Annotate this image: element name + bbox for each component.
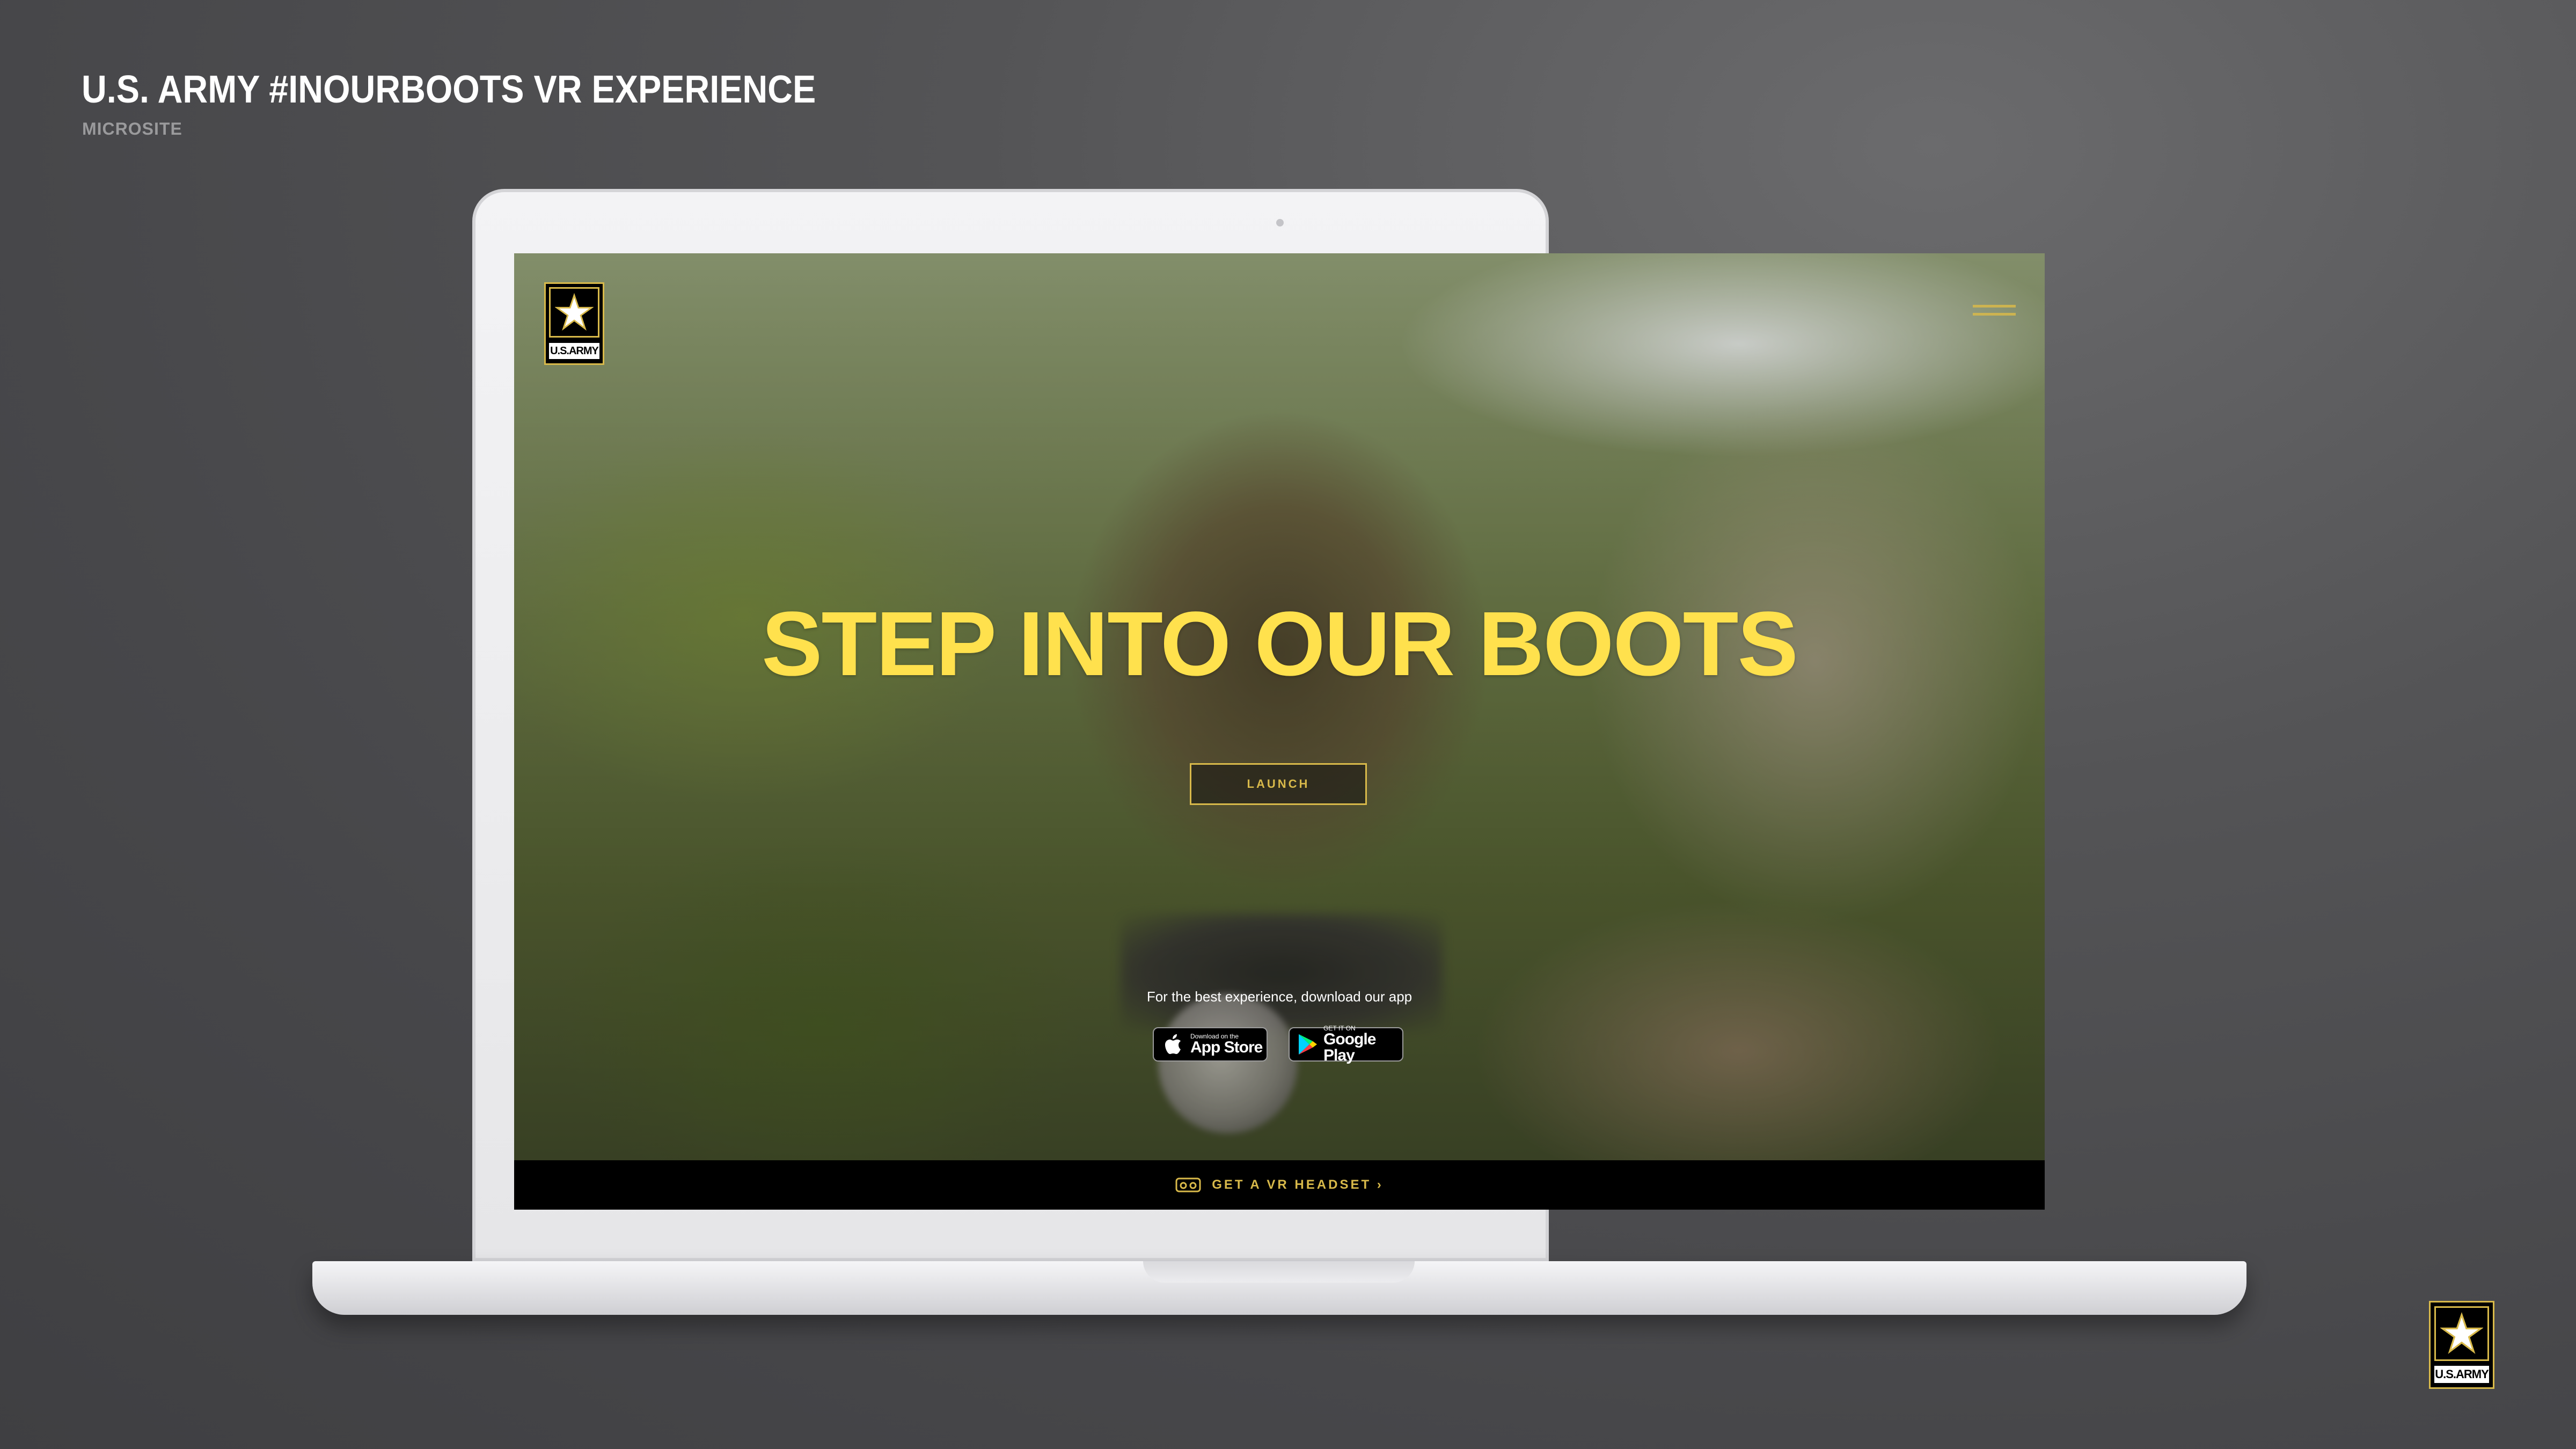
laptop-notch — [1143, 1261, 1415, 1283]
hero-heading: STEP INTO OUR BOOTS — [762, 593, 1798, 695]
army-logo-text: U.S.ARMY — [549, 343, 599, 359]
hamburger-icon-line — [1973, 313, 2016, 316]
app-store-badge[interactable]: Download on the App Store — [1153, 1027, 1268, 1062]
corner-logo-text: U.S.ARMY — [2434, 1366, 2489, 1383]
army-star-icon — [549, 287, 599, 338]
scope-lens-shape — [1158, 994, 1298, 1133]
laptop-screen: U.S.ARMY STEP INTO OUR BOOTS LAUNCH For … — [514, 253, 2045, 1210]
webcam-dot — [1276, 219, 1284, 226]
army-star-icon — [2434, 1306, 2489, 1361]
google-play-icon — [1295, 1030, 1320, 1058]
army-logo[interactable]: U.S.ARMY — [544, 282, 604, 365]
menu-button[interactable] — [1973, 305, 2016, 326]
apple-icon — [1159, 1030, 1187, 1058]
slide-title: U.S. ARMY #INOURBOOTS VR EXPERIENCE — [82, 68, 816, 111]
google-play-badge[interactable]: GET IT ON Google Play — [1289, 1025, 1403, 1064]
corner-army-logo: U.S.ARMY — [2429, 1301, 2494, 1389]
rifle-shape — [1121, 913, 1443, 1031]
google-play-big-text: Google Play — [1323, 1030, 1376, 1064]
app-store-big-text: App Store — [1190, 1038, 1263, 1056]
vr-headset-cta-bar[interactable]: GET A VR HEADSET › — [514, 1160, 2045, 1210]
vr-headset-cta-text: GET A VR HEADSET › — [1212, 1177, 1384, 1192]
app-download-note: For the best experience, download our ap… — [1146, 989, 1413, 1005]
presentation-slide: U.S. ARMY #INOURBOOTS VR EXPERIENCE MICR… — [0, 0, 2576, 1449]
hamburger-icon — [1973, 305, 2016, 308]
launch-button[interactable]: LAUNCH — [1190, 763, 1367, 805]
vr-headset-icon — [1175, 1177, 1201, 1192]
slide-subtitle: MICROSITE — [82, 119, 182, 138]
hero-background-photo — [514, 253, 2045, 1160]
